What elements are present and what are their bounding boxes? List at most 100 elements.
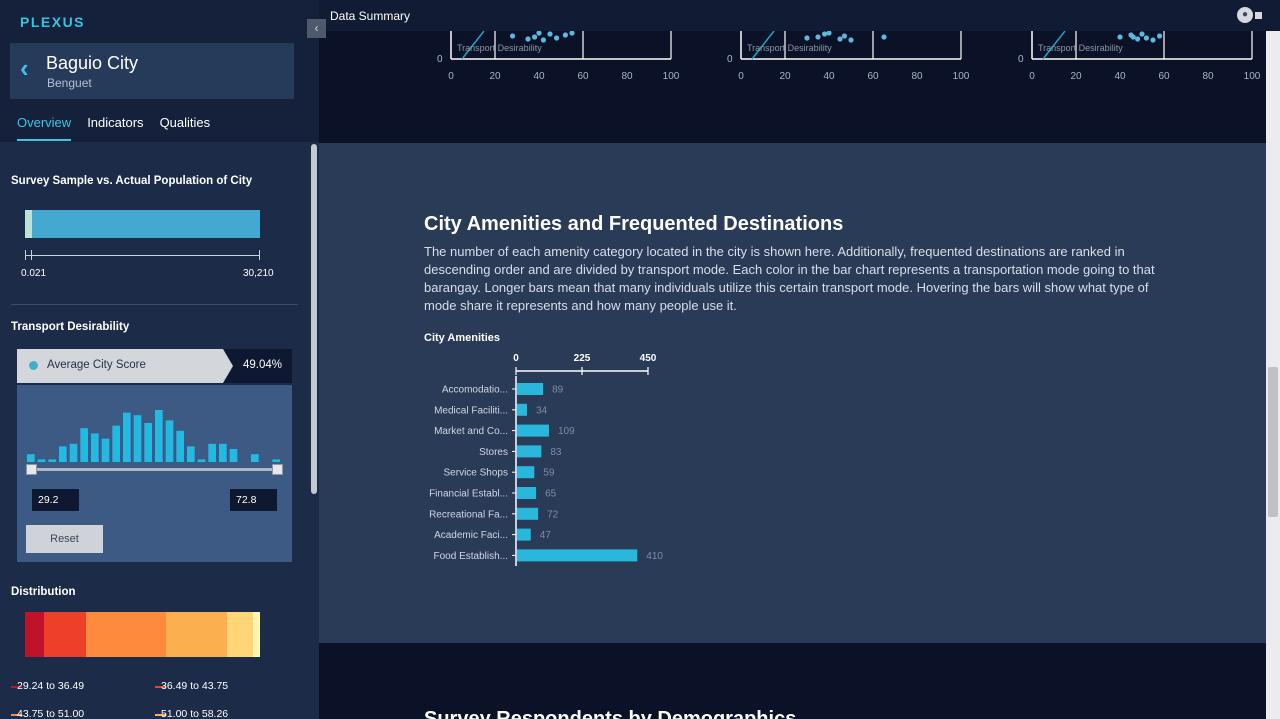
- histogram-bar[interactable]: [197, 459, 206, 462]
- range-slider-max-handle[interactable]: [272, 464, 283, 475]
- tab-indicators[interactable]: Indicators: [87, 115, 143, 141]
- range-min-input[interactable]: 29.2: [32, 489, 79, 511]
- scatter-axis-label: Transport Desirability: [747, 43, 832, 53]
- amenities-chart-title: City Amenities: [424, 332, 501, 344]
- histogram-bar[interactable]: [144, 423, 153, 462]
- scatter-point[interactable]: [1143, 35, 1149, 41]
- scatter-point[interactable]: [1117, 34, 1123, 40]
- amenity-bar[interactable]: [517, 466, 535, 479]
- scatter-point[interactable]: [569, 31, 575, 36]
- scatter-point[interactable]: [562, 32, 568, 38]
- range-slider-track[interactable]: [32, 468, 277, 471]
- total-label: 30,210: [243, 268, 274, 279]
- histogram-bar[interactable]: [208, 443, 217, 462]
- scatter-point[interactable]: [1157, 33, 1163, 39]
- histogram-bar[interactable]: [155, 410, 163, 462]
- range-max-input[interactable]: 72.8: [230, 489, 277, 511]
- scatter-point[interactable]: [848, 37, 854, 43]
- histogram-bar[interactable]: [187, 446, 195, 462]
- tab-overview[interactable]: Overview: [17, 115, 72, 141]
- histogram-bar[interactable]: [251, 454, 259, 462]
- histogram-bar[interactable]: [123, 412, 131, 462]
- histogram-bar[interactable]: [219, 443, 227, 462]
- category-label: Medical Faciliti...: [434, 405, 508, 416]
- histogram-bar[interactable]: [69, 443, 78, 462]
- scatter-point[interactable]: [1130, 34, 1136, 40]
- histogram-bar[interactable]: [27, 454, 35, 462]
- menu-icon[interactable]: [1255, 12, 1262, 19]
- category-label: Academic Faci...: [434, 530, 508, 541]
- histogram-bar[interactable]: [80, 428, 89, 462]
- collapse-sidebar-icon[interactable]: ‹: [307, 19, 326, 38]
- amenity-bar[interactable]: [517, 507, 539, 520]
- transport-title: Transport Desirability: [11, 321, 130, 333]
- x-tick-label: 450: [640, 353, 657, 364]
- histogram-bar[interactable]: [133, 415, 142, 462]
- scatter-point[interactable]: [554, 35, 560, 41]
- main-scrollbar-thumb[interactable]: [1268, 367, 1278, 517]
- histogram-bar[interactable]: [176, 430, 185, 462]
- histogram-panel: 29.2 72.8 Reset: [17, 385, 292, 562]
- scatter-point[interactable]: [536, 31, 542, 36]
- distribution-segment[interactable]: [252, 612, 260, 657]
- demographics-title: Survey Respondents by Demographics: [424, 708, 797, 719]
- distribution-segment[interactable]: [166, 612, 228, 657]
- amenities-description: The number of each amenity category loca…: [424, 244, 1155, 313]
- distribution-title: Distribution: [11, 586, 76, 598]
- scatter-point[interactable]: [540, 37, 546, 43]
- scatter-point[interactable]: [826, 31, 832, 36]
- distribution-segment[interactable]: [25, 612, 44, 657]
- histogram-bar[interactable]: [165, 420, 174, 462]
- score-header: Average City Score: [17, 349, 223, 383]
- scatter-point[interactable]: [837, 36, 843, 42]
- range-slider-min-handle[interactable]: [26, 464, 37, 475]
- reset-button[interactable]: Reset: [26, 525, 103, 553]
- histogram-bar[interactable]: [272, 459, 281, 462]
- sidebar-scrollbar-thumb[interactable]: [311, 144, 317, 494]
- histogram-bar[interactable]: [59, 446, 67, 462]
- divider: [11, 304, 298, 305]
- scatter-x-tick: 20: [489, 71, 501, 82]
- sidebar-header: PLEXUS ‹ Baguio City Benguet Overview In…: [0, 0, 319, 142]
- sample-bar: [25, 210, 33, 238]
- topbar: Data Summary ●: [319, 0, 1280, 31]
- map-pin-icon[interactable]: ●: [1237, 7, 1253, 23]
- amenity-bar[interactable]: [517, 424, 549, 437]
- histogram-bar[interactable]: [37, 459, 46, 462]
- histogram-bar[interactable]: [101, 438, 110, 462]
- x-tick-label: 225: [574, 353, 591, 364]
- scatter-point[interactable]: [1150, 37, 1156, 43]
- scatter-point[interactable]: [804, 35, 810, 41]
- distribution-segment[interactable]: [43, 612, 87, 657]
- scatter-point[interactable]: [547, 31, 553, 37]
- scatter-point[interactable]: [822, 31, 828, 37]
- bar-value-label: 47: [540, 530, 552, 541]
- amenity-bar[interactable]: [517, 528, 531, 541]
- histogram-bar[interactable]: [48, 459, 57, 462]
- histogram-bar[interactable]: [229, 449, 238, 462]
- sample-label: 0.021: [21, 268, 47, 279]
- distribution-segment[interactable]: [227, 612, 253, 657]
- scatter-axis-label: Transport Desirability: [457, 43, 542, 53]
- scatter-point[interactable]: [510, 33, 516, 39]
- scatter-point[interactable]: [815, 34, 821, 40]
- amenity-bar[interactable]: [517, 403, 527, 416]
- amenity-bar[interactable]: [517, 383, 544, 395]
- histogram-bar[interactable]: [112, 425, 121, 462]
- population-bar: [25, 210, 260, 238]
- tab-qualities[interactable]: Qualities: [160, 115, 211, 141]
- amenity-bar[interactable]: [517, 487, 537, 499]
- scatter-point[interactable]: [881, 34, 887, 40]
- category-label: Market and Co...: [434, 426, 508, 437]
- scatter-point[interactable]: [525, 36, 531, 42]
- distribution-segment[interactable]: [86, 612, 166, 657]
- back-chevron-icon[interactable]: ‹: [20, 53, 29, 83]
- scatter-point[interactable]: [841, 33, 848, 39]
- scatter-point[interactable]: [1139, 31, 1145, 37]
- amenity-bar[interactable]: [517, 549, 638, 562]
- amenity-bar[interactable]: [517, 445, 542, 458]
- brand-logo[interactable]: PLEXUS: [20, 14, 85, 30]
- histogram-bar[interactable]: [91, 433, 99, 462]
- scatter-point[interactable]: [532, 34, 538, 40]
- scatter-x-tick: 40: [823, 71, 835, 82]
